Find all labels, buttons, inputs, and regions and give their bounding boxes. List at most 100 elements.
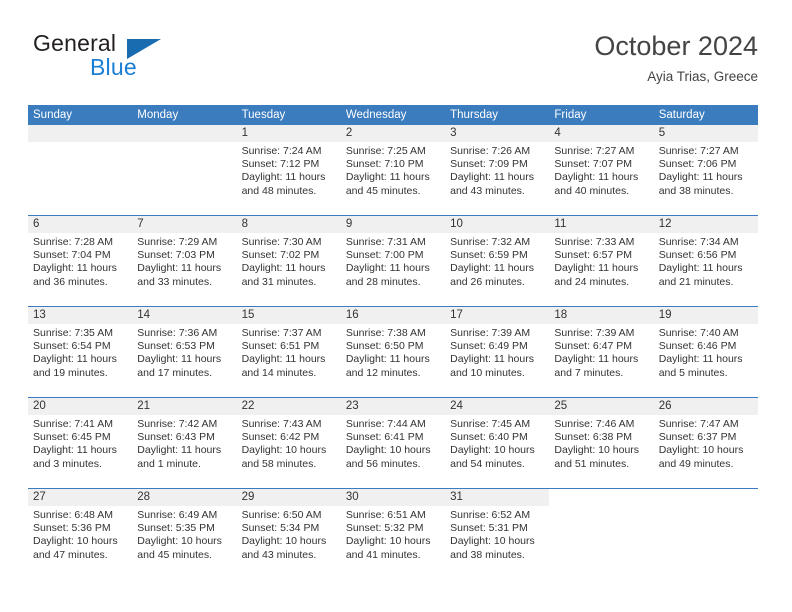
sunrise-text: Sunrise: 7:32 AM (450, 236, 531, 248)
sunset-text: Sunset: 6:40 PM (450, 431, 528, 444)
sunrise-text: Sunrise: 7:31 AM (345, 236, 426, 248)
sunrise-text: Sunrise: 7:47 AM (658, 418, 739, 430)
weekday-header-wednesday: Wednesday (345, 109, 407, 121)
day-cell[interactable]: 4 Sunrise: 7:27 AM Sunset: 7:07 PM Dayli… (549, 125, 654, 215)
day-cell[interactable]: 2 Sunrise: 7:25 AM Sunset: 7:10 PM Dayli… (340, 125, 446, 215)
sunrise-text: Sunrise: 7:39 AM (450, 327, 531, 339)
day-cell[interactable]: 5 Sunrise: 7:27 AM Sunset: 7:06 PM Dayli… (653, 125, 758, 215)
sunset-text: Sunset: 7:02 PM (241, 249, 320, 262)
day-cell[interactable]: 17 Sunrise: 7:39 AM Sunset: 6:49 PM Dayl… (445, 307, 550, 397)
sunset-text: Sunset: 5:36 PM (33, 522, 111, 535)
day-cell[interactable]: 6 Sunrise: 7:28 AM Sunset: 7:04 PM Dayli… (28, 216, 133, 306)
day-cell[interactable]: 9 Sunrise: 7:31 AM Sunset: 7:00 PM Dayli… (340, 216, 446, 306)
day-cell (132, 125, 237, 215)
day-number: 4 (549, 125, 654, 142)
day-number: 8 (236, 216, 341, 233)
day-info: Sunrise: 7:39 AM Sunset: 6:49 PM Dayligh… (445, 324, 549, 380)
day-cell[interactable]: 21 Sunrise: 7:42 AM Sunset: 6:43 PM Dayl… (132, 398, 237, 488)
sunrise-text: Sunrise: 7:40 AM (658, 327, 739, 339)
day-cell[interactable]: 7 Sunrise: 7:29 AM Sunset: 7:03 PM Dayli… (132, 216, 237, 306)
week-row: 1 Sunrise: 7:24 AM Sunset: 7:12 PM Dayli… (28, 125, 758, 215)
day-number: 6 (28, 216, 133, 233)
day-cell[interactable]: 12 Sunrise: 7:34 AM Sunset: 6:56 PM Dayl… (653, 216, 758, 306)
sunset-text: Sunset: 6:51 PM (241, 340, 320, 353)
day-number: 26 (653, 398, 758, 415)
day-cell[interactable]: 11 Sunrise: 7:33 AM Sunset: 6:57 PM Dayl… (549, 216, 654, 306)
sunrise-text: Sunrise: 6:48 AM (33, 509, 113, 521)
day-number (132, 125, 237, 142)
logo-text-general: General (33, 30, 117, 56)
daylight-text: Daylight: 10 hours and 49 minutes. (658, 444, 744, 470)
sunset-text: Sunset: 5:32 PM (345, 522, 424, 535)
day-info: Sunrise: 6:52 AM Sunset: 5:31 PM Dayligh… (445, 506, 549, 562)
day-info: Sunrise: 7:30 AM Sunset: 7:02 PM Dayligh… (237, 233, 341, 289)
day-cell[interactable]: 10 Sunrise: 7:32 AM Sunset: 6:59 PM Dayl… (445, 216, 550, 306)
day-info: Sunrise: 7:29 AM Sunset: 7:03 PM Dayligh… (132, 233, 236, 289)
day-number: 27 (28, 489, 133, 506)
day-cell[interactable]: 24 Sunrise: 7:45 AM Sunset: 6:40 PM Dayl… (445, 398, 550, 488)
day-cell[interactable]: 13 Sunrise: 7:35 AM Sunset: 6:54 PM Dayl… (28, 307, 133, 397)
day-cell[interactable]: 14 Sunrise: 7:36 AM Sunset: 6:53 PM Dayl… (132, 307, 237, 397)
week-row: 13 Sunrise: 7:35 AM Sunset: 6:54 PM Dayl… (28, 306, 758, 397)
day-number: 13 (28, 307, 133, 324)
day-number (28, 125, 133, 142)
sunrise-text: Sunrise: 6:51 AM (345, 509, 426, 521)
sunset-text: Sunset: 6:50 PM (345, 340, 424, 353)
calendar-page: General Blue October 2024 Ayia Trias, Gr… (0, 0, 792, 612)
day-number: 20 (28, 398, 133, 415)
day-cell[interactable]: 18 Sunrise: 7:39 AM Sunset: 6:47 PM Dayl… (549, 307, 654, 397)
day-number: 5 (653, 125, 758, 142)
day-info: Sunrise: 6:49 AM Sunset: 5:35 PM Dayligh… (132, 506, 236, 562)
day-cell[interactable]: 28 Sunrise: 6:49 AM Sunset: 5:35 PM Dayl… (132, 489, 237, 579)
day-number: 25 (549, 398, 654, 415)
day-info: Sunrise: 7:37 AM Sunset: 6:51 PM Dayligh… (237, 324, 341, 380)
day-cell[interactable]: 23 Sunrise: 7:44 AM Sunset: 6:41 PM Dayl… (340, 398, 446, 488)
day-cell[interactable]: 27 Sunrise: 6:48 AM Sunset: 5:36 PM Dayl… (28, 489, 133, 579)
day-cell[interactable]: 25 Sunrise: 7:46 AM Sunset: 6:38 PM Dayl… (549, 398, 654, 488)
day-cell[interactable]: 20 Sunrise: 7:41 AM Sunset: 6:45 PM Dayl… (28, 398, 133, 488)
daylight-text: Daylight: 11 hours and 19 minutes. (33, 353, 117, 379)
day-cell[interactable]: 3 Sunrise: 7:26 AM Sunset: 7:09 PM Dayli… (445, 125, 550, 215)
day-info: Sunrise: 7:40 AM Sunset: 6:46 PM Dayligh… (654, 324, 758, 380)
day-info: Sunrise: 7:42 AM Sunset: 6:43 PM Dayligh… (132, 415, 236, 471)
day-info (549, 506, 653, 509)
week-row: 6 Sunrise: 7:28 AM Sunset: 7:04 PM Dayli… (28, 215, 758, 306)
day-cell[interactable]: 8 Sunrise: 7:30 AM Sunset: 7:02 PM Dayli… (236, 216, 341, 306)
sunset-text: Sunset: 5:34 PM (241, 522, 320, 535)
sunset-text: Sunset: 7:03 PM (137, 249, 215, 262)
calendar-grid: Sunday Monday Tuesday Wednesday Thursday… (28, 105, 758, 579)
day-number: 28 (132, 489, 237, 506)
sunset-text: Sunset: 6:46 PM (658, 340, 737, 353)
weekday-header-friday: Friday (554, 109, 587, 121)
sunrise-text: Sunrise: 7:39 AM (554, 327, 635, 339)
day-info: Sunrise: 7:26 AM Sunset: 7:09 PM Dayligh… (445, 142, 549, 198)
day-cell[interactable]: 15 Sunrise: 7:37 AM Sunset: 6:51 PM Dayl… (236, 307, 341, 397)
sunset-text: Sunset: 6:56 PM (658, 249, 737, 262)
day-cell (28, 125, 133, 215)
day-number: 21 (132, 398, 237, 415)
sunrise-text: Sunrise: 6:52 AM (450, 509, 531, 521)
daylight-text: Daylight: 10 hours and 54 minutes. (450, 444, 535, 470)
day-number: 30 (340, 489, 446, 506)
day-cell[interactable]: 19 Sunrise: 7:40 AM Sunset: 6:46 PM Dayl… (653, 307, 758, 397)
day-number: 31 (445, 489, 550, 506)
sunrise-text: Sunrise: 7:43 AM (241, 418, 322, 430)
daylight-text: Daylight: 11 hours and 33 minutes. (137, 262, 222, 288)
sunset-text: Sunset: 7:06 PM (658, 158, 737, 171)
day-number: 22 (236, 398, 341, 415)
day-cell[interactable]: 16 Sunrise: 7:38 AM Sunset: 6:50 PM Dayl… (340, 307, 446, 397)
daylight-text: Daylight: 11 hours and 12 minutes. (345, 353, 430, 379)
day-cell[interactable]: 26 Sunrise: 7:47 AM Sunset: 6:37 PM Dayl… (653, 398, 758, 488)
day-cell[interactable]: 29 Sunrise: 6:50 AM Sunset: 5:34 PM Dayl… (236, 489, 341, 579)
sunrise-text: Sunrise: 7:44 AM (345, 418, 426, 430)
day-cell[interactable]: 30 Sunrise: 6:51 AM Sunset: 5:32 PM Dayl… (340, 489, 446, 579)
day-cell[interactable]: 1 Sunrise: 7:24 AM Sunset: 7:12 PM Dayli… (236, 125, 341, 215)
day-cell[interactable]: 22 Sunrise: 7:43 AM Sunset: 6:42 PM Dayl… (236, 398, 341, 488)
sunrise-text: Sunrise: 7:45 AM (450, 418, 531, 430)
day-info: Sunrise: 7:25 AM Sunset: 7:10 PM Dayligh… (341, 142, 445, 198)
day-number: 1 (236, 125, 341, 142)
day-number: 23 (340, 398, 446, 415)
day-number: 15 (236, 307, 341, 324)
day-info: Sunrise: 7:36 AM Sunset: 6:53 PM Dayligh… (132, 324, 236, 380)
day-cell[interactable]: 31 Sunrise: 6:52 AM Sunset: 5:31 PM Dayl… (445, 489, 550, 579)
